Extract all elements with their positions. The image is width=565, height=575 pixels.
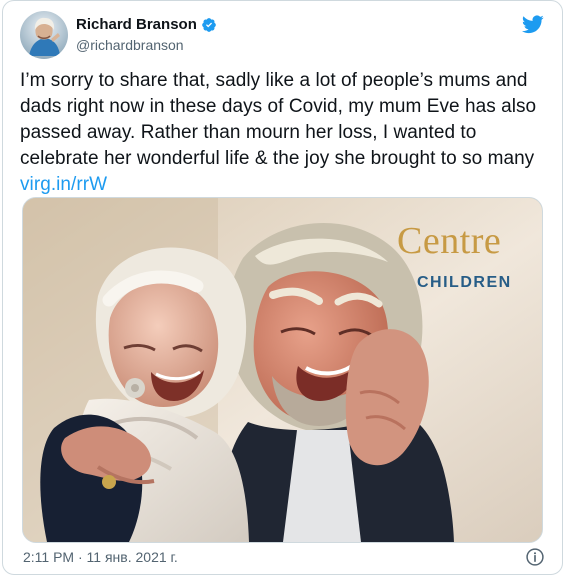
info-icon[interactable] bbox=[525, 547, 545, 567]
tweet-header: Richard Branson @richardbranson bbox=[20, 11, 545, 59]
twitter-bird-icon[interactable] bbox=[521, 13, 545, 35]
author-info[interactable]: Richard Branson @richardbranson bbox=[76, 16, 217, 53]
author-name-row: Richard Branson bbox=[76, 16, 217, 34]
tweet-link[interactable]: virg.in/rrW bbox=[20, 174, 107, 195]
tweet-footer: 2:11 PM · 11 янв. 2021 г. bbox=[23, 547, 545, 567]
avatar-image bbox=[20, 11, 68, 59]
tweet-photo[interactable]: Centre CHILDREN bbox=[22, 197, 543, 543]
verified-badge-icon bbox=[201, 17, 217, 33]
avatar[interactable] bbox=[20, 11, 68, 59]
tweet-card[interactable]: Richard Branson @richardbranson I’m sorr… bbox=[2, 0, 563, 575]
tweet-text: I’m sorry to share that, sadly like a lo… bbox=[20, 68, 544, 198]
author-handle[interactable]: @richardbranson bbox=[76, 37, 217, 53]
author-display-name[interactable]: Richard Branson bbox=[76, 16, 197, 34]
tweet-body-text: I’m sorry to share that, sadly like a lo… bbox=[20, 70, 537, 169]
tweet-timestamp[interactable]: 2:11 PM · 11 янв. 2021 г. bbox=[23, 549, 178, 565]
photo-image bbox=[23, 198, 542, 542]
